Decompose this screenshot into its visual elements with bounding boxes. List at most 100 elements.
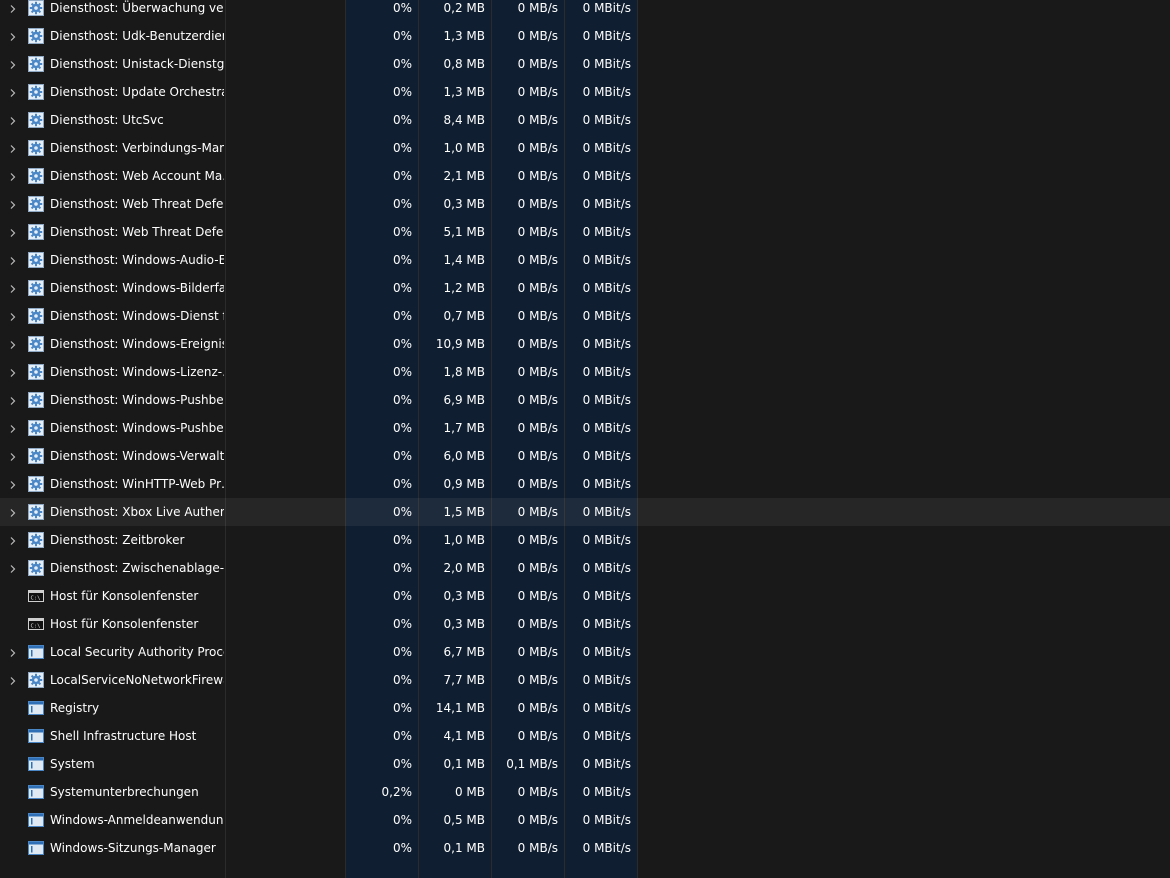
chevron-right-icon[interactable] — [8, 3, 18, 13]
chevron-right-icon[interactable] — [8, 143, 18, 153]
process-row[interactable]: Diensthost: Unistack-Dienstgr… 0% 0,8 MB 0 … — [0, 50, 1170, 78]
console-icon: C:\ — [28, 616, 44, 632]
memory-value: 6,9 MB — [443, 393, 485, 407]
chevron-right-icon[interactable] — [8, 675, 18, 685]
window-icon — [28, 728, 44, 744]
process-row[interactable]: Diensthost: Windows-Ereignis… 0% 10,9 MB 0 … — [0, 330, 1170, 358]
chevron-right-icon[interactable] — [8, 507, 18, 517]
process-row[interactable]: Systemunterbrechungen 0,2% 0 MB 0 MB/s 0 MBi… — [0, 778, 1170, 806]
cpu-value: 0% — [392, 57, 412, 71]
process-name: Diensthost: Zwischenablage-B… — [50, 561, 224, 575]
chevron-right-icon[interactable] — [8, 535, 18, 545]
gear-icon — [28, 308, 44, 324]
memory-value: 8,4 MB — [443, 113, 485, 127]
gear-icon — [28, 504, 44, 520]
process-row[interactable]: Windows-Sitzungs-Manager 0% 0,1 MB 0 MB/s 0 … — [0, 834, 1170, 862]
network-value: 0 MBit/s — [582, 421, 631, 435]
chevron-right-icon[interactable] — [8, 395, 18, 405]
chevron-right-icon[interactable] — [8, 115, 18, 125]
process-name: Diensthost: Windows-Pushbe… — [50, 393, 224, 407]
process-row[interactable]: Diensthost: WinHTTP-Web Pr… 0% 0,9 MB 0 MB/… — [0, 470, 1170, 498]
cpu-value: 0% — [392, 225, 412, 239]
chevron-right-icon[interactable] — [8, 87, 18, 97]
process-name: Host für Konsolenfenster — [50, 589, 199, 603]
disk-value: 0 MB/s — [517, 841, 558, 855]
network-value: 0 MBit/s — [582, 85, 631, 99]
process-row[interactable]: Registry 0% 14,1 MB 0 MB/s 0 MBit/s — [0, 694, 1170, 722]
process-row[interactable]: Diensthost: UtcSvc 0% 8,4 MB 0 MB/s 0 MBit/s — [0, 106, 1170, 134]
memory-value: 4,1 MB — [443, 729, 485, 743]
disk-value: 0 MB/s — [517, 393, 558, 407]
process-row[interactable]: Diensthost: Update Orchestrat… 0% 1,3 MB 0 … — [0, 78, 1170, 106]
cpu-value: 0% — [392, 281, 412, 295]
network-value: 0 MBit/s — [582, 561, 631, 575]
process-name: Diensthost: Udk-Benutzerdien… — [50, 29, 224, 43]
memory-value: 0,2 MB — [443, 1, 485, 15]
process-name: Systemunterbrechungen — [50, 785, 199, 799]
cpu-value: 0% — [392, 393, 412, 407]
memory-value: 2,1 MB — [443, 169, 485, 183]
chevron-right-icon[interactable] — [8, 255, 18, 265]
process-row[interactable]: Windows-Anmeldeanwendung 0% 0,5 MB 0 MB/s 0 … — [0, 806, 1170, 834]
process-row[interactable]: System 0% 0,1 MB 0,1 MB/s 0 MBit/s — [0, 750, 1170, 778]
disk-value: 0 MB/s — [517, 645, 558, 659]
memory-value: 6,0 MB — [443, 449, 485, 463]
window-icon — [28, 756, 44, 772]
chevron-right-icon[interactable] — [8, 423, 18, 433]
process-row[interactable]: Diensthost: Udk-Benutzerdien… 0% 1,3 MB 0 M… — [0, 22, 1170, 50]
process-row[interactable]: Diensthost: Xbox Live Authent… 0% 1,5 MB 0 … — [0, 498, 1170, 526]
process-row[interactable]: Diensthost: Windows-Bilderfa… 0% 1,2 MB 0 M… — [0, 274, 1170, 302]
process-row[interactable]: Diensthost: Zwischenablage-B… 0% 2,0 MB 0 M… — [0, 554, 1170, 582]
process-row[interactable]: Diensthost: Windows-Lizenz-… 0% 1,8 MB 0 MB… — [0, 358, 1170, 386]
process-row[interactable]: Diensthost: Web Account Ma… 0% 2,1 MB 0 MB/… — [0, 162, 1170, 190]
chevron-right-icon[interactable] — [8, 283, 18, 293]
memory-value: 0,9 MB — [443, 477, 485, 491]
chevron-right-icon[interactable] — [8, 479, 18, 489]
chevron-right-icon[interactable] — [8, 563, 18, 573]
process-row[interactable]: Diensthost: Windows-Dienst f… 0% 0,7 MB 0 M… — [0, 302, 1170, 330]
process-name: Diensthost: Web Threat Defen… — [50, 225, 224, 239]
chevron-right-icon[interactable] — [8, 367, 18, 377]
process-name: Diensthost: Windows-Pushbe… — [50, 421, 224, 435]
chevron-right-icon[interactable] — [8, 647, 18, 657]
gear-icon — [28, 336, 44, 352]
chevron-right-icon[interactable] — [8, 31, 18, 41]
chevron-right-icon[interactable] — [8, 311, 18, 321]
process-row[interactable]: Diensthost: Windows-Audio-E… 0% 1,4 MB 0 MB… — [0, 246, 1170, 274]
process-row[interactable]: C:\ Host für Konsolenfenster 0% 0,3 MB 0 MB/… — [0, 610, 1170, 638]
memory-value: 1,3 MB — [443, 85, 485, 99]
gear-icon — [28, 448, 44, 464]
chevron-right-icon[interactable] — [8, 227, 18, 237]
process-name: Diensthost: Windows-Verwalt… — [50, 449, 224, 463]
process-row[interactable]: Diensthost: Web Threat Defen… 0% 0,3 MB 0 M… — [0, 190, 1170, 218]
chevron-right-icon[interactable] — [8, 451, 18, 461]
disk-value: 0 MB/s — [517, 589, 558, 603]
network-value: 0 MBit/s — [582, 477, 631, 491]
chevron-right-icon[interactable] — [8, 171, 18, 181]
cpu-value: 0% — [392, 757, 412, 771]
cpu-value: 0% — [392, 701, 412, 715]
process-row[interactable]: Diensthost: Windows-Verwalt… 0% 6,0 MB 0 MB… — [0, 442, 1170, 470]
network-value: 0 MBit/s — [582, 113, 631, 127]
cpu-value: 0% — [392, 253, 412, 267]
process-row[interactable]: Diensthost: Web Threat Defen… 0% 5,1 MB 0 M… — [0, 218, 1170, 246]
gear-icon — [28, 560, 44, 576]
process-row[interactable]: Diensthost: Verbindungs-Man… 0% 1,0 MB 0 MB… — [0, 134, 1170, 162]
process-name: Diensthost: Windows-Lizenz-… — [50, 365, 224, 379]
svg-text:C:\: C:\ — [31, 596, 41, 602]
disk-value: 0 MB/s — [517, 169, 558, 183]
process-row[interactable]: LocalServiceNoNetworkFirewa… 0% 7,7 MB 0 MB… — [0, 666, 1170, 694]
chevron-right-icon[interactable] — [8, 59, 18, 69]
process-row[interactable]: C:\ Host für Konsolenfenster 0% 0,3 MB 0 MB/… — [0, 582, 1170, 610]
process-row[interactable]: Diensthost: Zeitbroker 0% 1,0 MB 0 MB/s 0 MB… — [0, 526, 1170, 554]
chevron-right-icon[interactable] — [8, 199, 18, 209]
process-row[interactable]: Local Security Authority Proce… 0% 6,7 MB 0… — [0, 638, 1170, 666]
process-row[interactable]: Diensthost: Windows-Pushbe… 0% 6,9 MB 0 MB/… — [0, 386, 1170, 414]
cpu-value: 0% — [392, 589, 412, 603]
chevron-right-icon[interactable] — [8, 339, 18, 349]
disk-value: 0 MB/s — [517, 729, 558, 743]
process-row[interactable]: Diensthost: Windows-Pushbe… 0% 1,7 MB 0 MB/… — [0, 414, 1170, 442]
cpu-value: 0% — [392, 505, 412, 519]
process-row[interactable]: Shell Infrastructure Host 0% 4,1 MB 0 MB/s 0… — [0, 722, 1170, 750]
process-row[interactable]: Diensthost: Überwachung vert… 0% 0,2 MB 0 M… — [0, 0, 1170, 22]
